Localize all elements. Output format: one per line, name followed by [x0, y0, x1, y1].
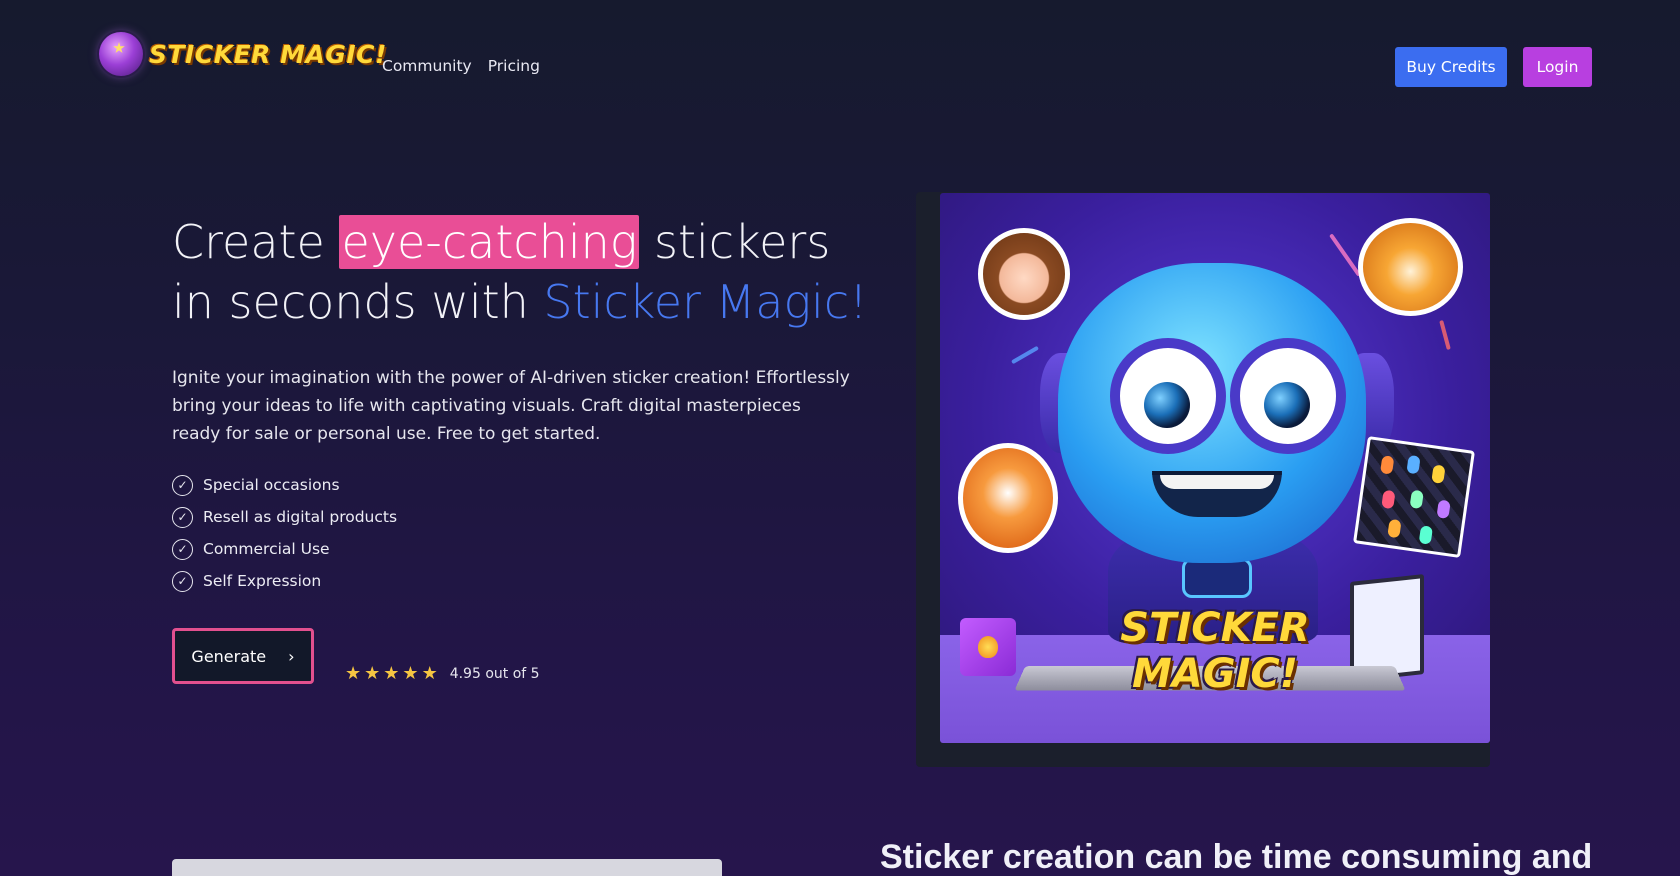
feature-item: ✓ Resell as digital products: [172, 501, 397, 533]
top-nav: STICKER MAGIC! Community Pricing Buy Cre…: [0, 0, 1680, 134]
feature-item: ✓ Self Expression: [172, 565, 397, 597]
generate-label: Generate: [191, 646, 267, 666]
tiger-sticker: [1358, 218, 1463, 316]
kid-sticker: [978, 228, 1070, 320]
robot-eye: [1230, 338, 1346, 454]
brand-wordmark: STICKER MAGIC!: [149, 39, 387, 69]
buy-credits-button[interactable]: Buy Credits: [1395, 47, 1507, 87]
rocket-sticker-sheet: [1353, 436, 1475, 558]
login-button[interactable]: Login: [1523, 47, 1592, 87]
robot-chest-screen: [1182, 558, 1252, 598]
hero-illustration: STICKER MAGIC!: [940, 193, 1490, 743]
illustration-title: STICKER MAGIC!: [1120, 605, 1310, 697]
feature-list: ✓ Special occasions ✓ Resell as digital …: [172, 469, 397, 597]
feature-label: Special occasions: [203, 476, 340, 494]
feature-preview-card: [172, 859, 722, 876]
nav-links: Community Pricing: [382, 57, 540, 75]
star-icon: ★: [402, 663, 419, 684]
decor-line: [1011, 345, 1039, 365]
rating: ★ ★ ★ ★ ★ 4.95 out of 5: [345, 665, 540, 683]
decor-line: [1329, 233, 1361, 277]
hero-headline: Create eye-catching stickers in seconds …: [172, 212, 872, 332]
nav-link-pricing[interactable]: Pricing: [488, 57, 540, 75]
hero-lead: Ignite your imagination with the power o…: [172, 368, 850, 444]
rocket-sticker: [1431, 464, 1446, 484]
check-circle-icon: ✓: [172, 506, 193, 528]
rocket-sticker: [1381, 489, 1396, 510]
star-icon: ★: [364, 663, 381, 684]
star-icon: ★: [383, 663, 400, 684]
rocket-sticker: [1380, 455, 1395, 475]
star-icon: ★: [345, 663, 362, 684]
landing-page: STICKER MAGIC! Community Pricing Buy Cre…: [0, 0, 1680, 876]
nav-link-community[interactable]: Community: [382, 57, 472, 75]
magic-orb-icon: [99, 32, 143, 76]
feature-item: ✓ Special occasions: [172, 469, 397, 501]
feature-item: ✓ Commercial Use: [172, 533, 397, 565]
check-circle-icon: ✓: [172, 538, 193, 560]
headline-brand: Sticker Magic!: [543, 275, 868, 329]
check-circle-icon: ✓: [172, 474, 193, 496]
decor-line: [1439, 319, 1451, 351]
star-icon: ★: [421, 663, 438, 684]
feature-label: Resell as digital products: [203, 508, 398, 526]
star-rating: ★ ★ ★ ★ ★: [345, 665, 438, 683]
headline-part: Create: [172, 215, 340, 269]
feature-label: Self Expression: [203, 572, 322, 590]
rocket-sticker: [1406, 454, 1421, 475]
feature-label: Commercial Use: [203, 540, 330, 558]
rating-text: 4.95 out of 5: [449, 666, 540, 682]
check-circle-icon: ✓: [172, 570, 193, 592]
robot-eye: [1110, 338, 1226, 454]
chevron-right-icon: ›: [288, 646, 295, 666]
section-heading: Sticker creation can be time consuming a…: [880, 838, 1593, 876]
robot-pupil: [1264, 382, 1310, 428]
brand-logo[interactable]: STICKER MAGIC!: [99, 32, 387, 76]
fox-sticker: [958, 443, 1058, 553]
headline-highlight: eye-catching: [339, 215, 640, 269]
rocket-sticker: [1409, 489, 1424, 510]
rocket-sticker: [1387, 518, 1402, 539]
generate-button[interactable]: Generate ›: [172, 628, 314, 684]
flame-cube-icon: [960, 618, 1016, 676]
rocket-sticker: [1418, 525, 1434, 545]
robot-pupil: [1144, 382, 1190, 428]
rocket-sticker: [1436, 499, 1451, 519]
